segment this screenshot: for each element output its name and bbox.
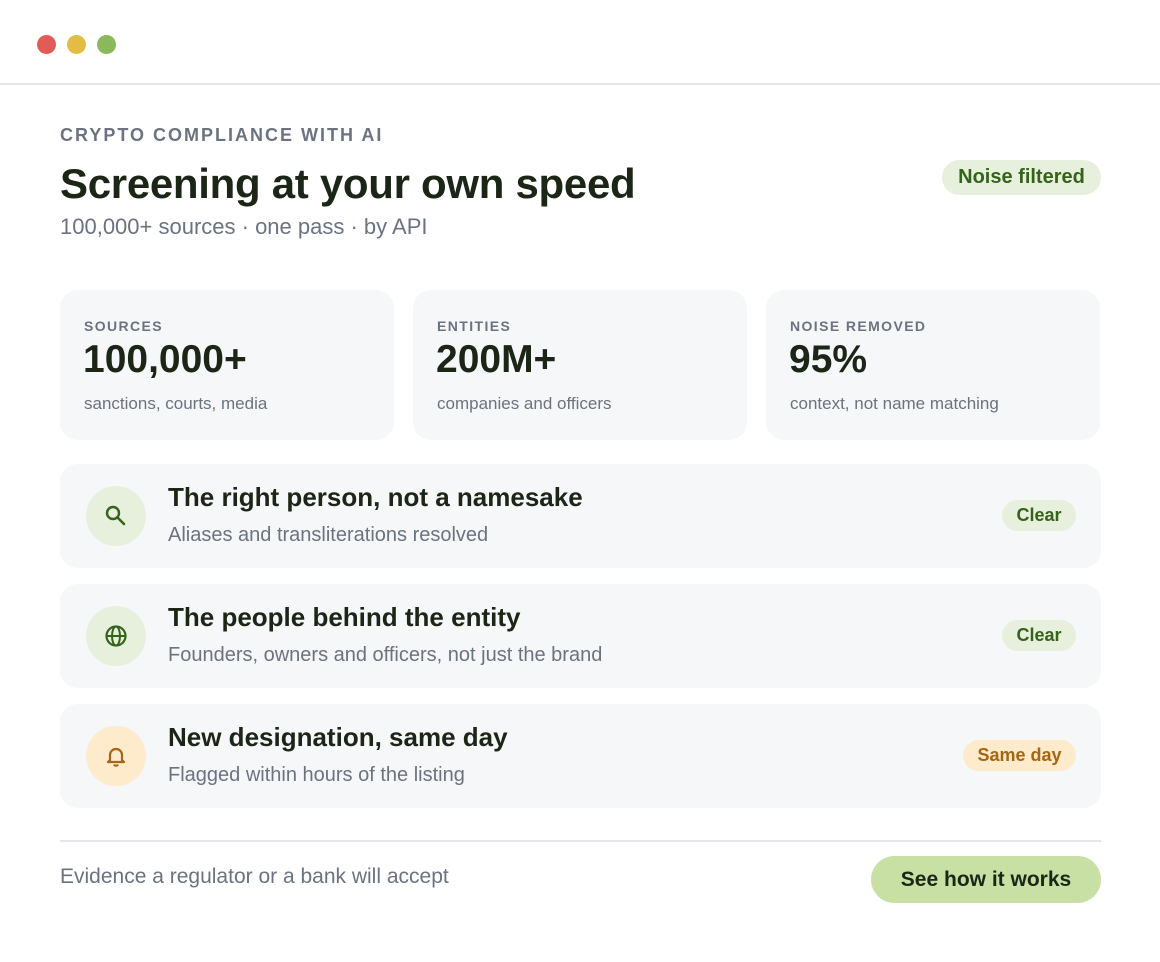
feature-title: New designation, same day [168,722,508,752]
feature-card-new-designation: New designation, same day Flagged within… [60,704,1101,808]
feature-title: The people behind the entity [168,602,521,632]
stat-label: SOURCES [84,318,164,334]
stat-value: 95% [789,338,868,381]
footer-divider [60,840,1101,842]
stat-value: 200M+ [436,338,557,381]
feature-card-entity-people: The people behind the entity Founders, o… [60,584,1101,688]
bell-icon [86,726,146,786]
stat-card-entities: ENTITIES 200M+ companies and officers [413,290,747,440]
maximize-window-button[interactable] [97,35,116,54]
stat-card-noise-removed: NOISE REMOVED 95% context, not name matc… [766,290,1100,440]
see-how-it-works-button[interactable]: See how it works [871,856,1101,903]
feature-description: Aliases and transliterations resolved [168,524,489,546]
page-title: Screening at your own speed [60,160,636,207]
status-badge: Same day [963,740,1076,771]
stat-description: context, not name matching [790,394,999,413]
eyebrow-label: CRYPTO COMPLIANCE WITH AI [60,125,384,145]
search-icon [86,486,146,546]
feature-description: Founders, owners and officers, not just … [168,644,603,666]
feature-card-namesake: The right person, not a namesake Aliases… [60,464,1101,568]
close-window-button[interactable] [37,35,56,54]
page-subtitle: 100,000+ sources · one pass · by API [60,214,428,239]
stat-card-sources: SOURCES 100,000+ sanctions, courts, medi… [60,290,394,440]
footer-tagline: Evidence a regulator or a bank will acce… [60,865,449,888]
status-pill: Noise filtered [942,160,1101,195]
stat-label: ENTITIES [437,318,512,334]
window-titlebar [0,0,1160,85]
stat-description: companies and officers [437,394,612,413]
stat-value: 100,000+ [83,338,247,381]
stat-description: sanctions, courts, media [84,394,268,413]
globe-icon [86,606,146,666]
feature-description: Flagged within hours of the listing [168,764,465,786]
minimize-window-button[interactable] [67,35,86,54]
feature-title: The right person, not a namesake [168,482,583,512]
status-badge: Clear [1002,500,1076,531]
stat-label: NOISE REMOVED [790,318,927,334]
status-badge: Clear [1002,620,1076,651]
